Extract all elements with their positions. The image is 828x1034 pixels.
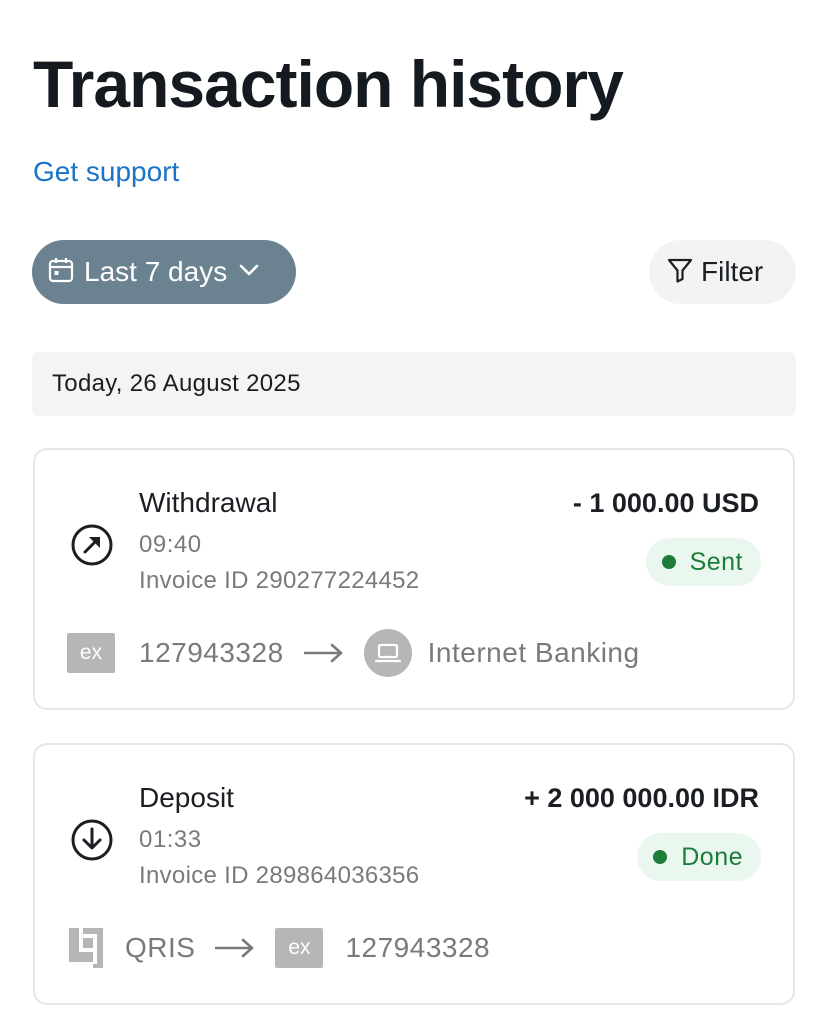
page-title: Transaction history bbox=[33, 47, 624, 121]
transaction-time: 09:40 bbox=[139, 531, 202, 558]
get-support-link[interactable]: Get support bbox=[33, 154, 179, 190]
laptop-icon bbox=[363, 629, 412, 677]
transaction-route: ex 127943328 Internet Banking bbox=[67, 629, 640, 677]
status-dot-icon bbox=[653, 850, 668, 864]
chevron-down-icon bbox=[239, 263, 259, 281]
status-label: Sent bbox=[689, 547, 743, 576]
calendar-icon bbox=[48, 257, 74, 288]
destination-account: 127943328 bbox=[345, 932, 491, 963]
invoice-id: Invoice ID 289864036356 bbox=[139, 862, 420, 889]
source-method: QRIS bbox=[125, 932, 196, 963]
arrow-down-circle-icon bbox=[70, 818, 114, 862]
transaction-type: Deposit bbox=[139, 782, 234, 813]
ex-logo-icon: ex bbox=[67, 633, 115, 673]
transaction-amount: - 1 000.00 USD bbox=[572, 488, 759, 518]
arrow-up-right-circle-icon bbox=[70, 523, 114, 567]
invoice-id: Invoice ID 290277224452 bbox=[139, 567, 420, 594]
destination-account: Internet Banking bbox=[427, 637, 640, 668]
status-dot-icon bbox=[661, 555, 676, 569]
arrow-right-icon bbox=[303, 643, 344, 663]
transaction-card[interactable]: Deposit 01:33 Invoice ID 289864036356 + … bbox=[33, 743, 795, 1005]
date-group-header: Today, 26 August 2025 bbox=[32, 352, 796, 416]
status-badge: Done bbox=[637, 833, 761, 881]
transaction-type: Withdrawal bbox=[139, 487, 278, 518]
ex-logo-icon: ex bbox=[275, 928, 324, 968]
filter-label: Filter bbox=[701, 256, 764, 287]
arrow-right-icon bbox=[215, 938, 255, 958]
filter-button[interactable]: Filter bbox=[649, 240, 796, 304]
transaction-route: QRIS ex 127943328 bbox=[67, 925, 490, 971]
qris-icon bbox=[67, 926, 105, 970]
status-label: Done bbox=[681, 842, 743, 871]
transaction-amount: + 2 000 000.00 IDR bbox=[524, 783, 759, 813]
filter-icon bbox=[667, 257, 693, 288]
transaction-card[interactable]: Withdrawal 09:40 Invoice ID 290277224452… bbox=[33, 448, 795, 710]
period-label: Last 7 days bbox=[84, 256, 228, 287]
transaction-time: 01:33 bbox=[139, 826, 202, 853]
source-account: 127943328 bbox=[139, 637, 284, 668]
status-badge: Sent bbox=[645, 538, 761, 586]
period-selector-button[interactable]: Last 7 days bbox=[32, 240, 296, 304]
